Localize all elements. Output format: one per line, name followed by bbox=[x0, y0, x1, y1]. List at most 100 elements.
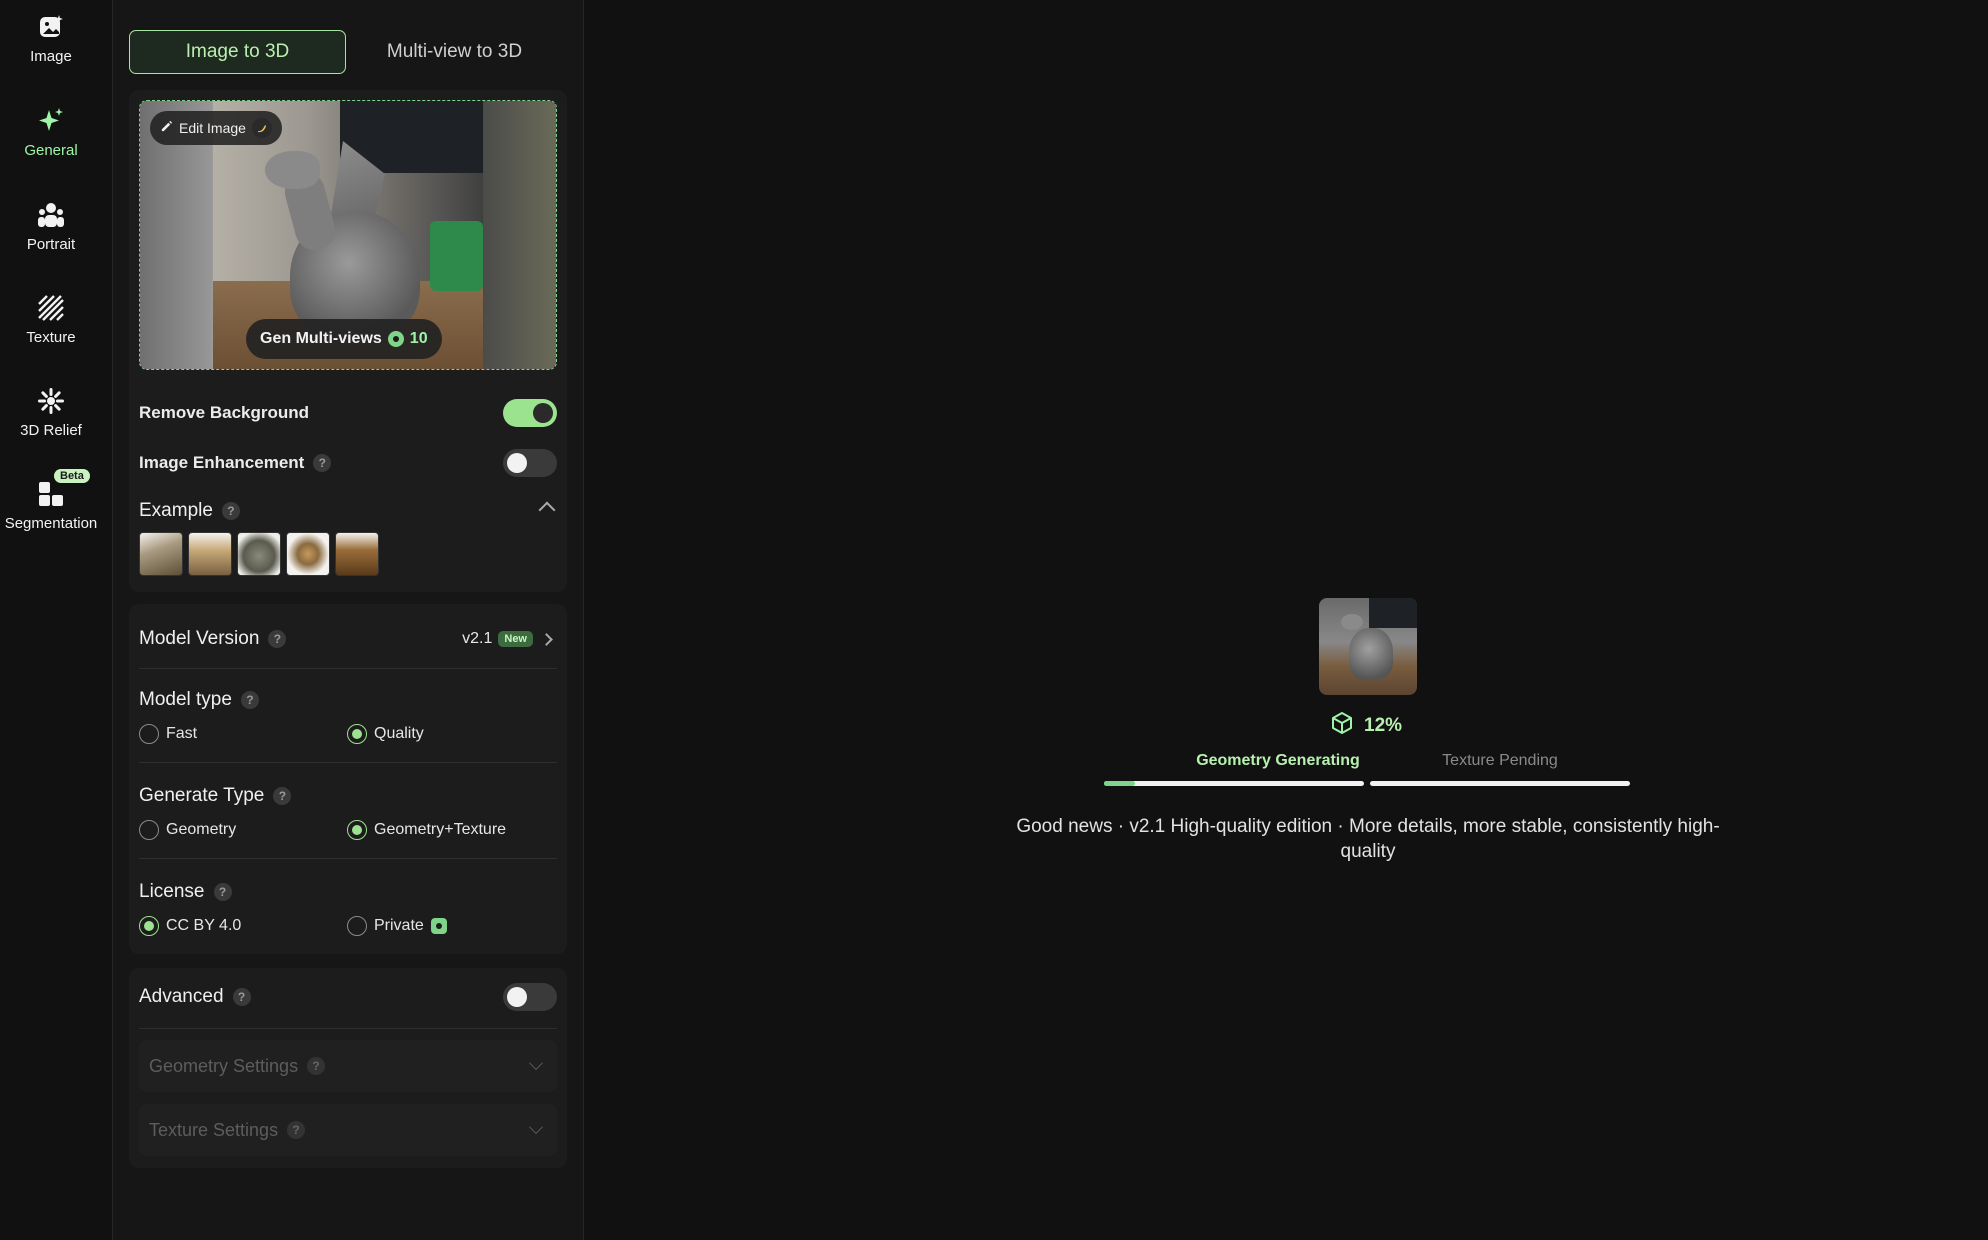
beta-badge: Beta bbox=[54, 469, 90, 483]
chevron-up-icon[interactable] bbox=[538, 501, 556, 519]
help-icon: ? bbox=[287, 1121, 306, 1139]
mode-tabs: Image to 3D Multi-view to 3D bbox=[129, 30, 563, 74]
help-icon[interactable]: ? bbox=[213, 883, 232, 901]
radio-quality[interactable]: Quality bbox=[347, 724, 424, 744]
advanced-toggle[interactable] bbox=[503, 983, 557, 1011]
radio-fast[interactable]: Fast bbox=[139, 724, 197, 744]
example-chest[interactable] bbox=[335, 532, 379, 576]
gen-multiviews-button[interactable]: Gen Multi-views 10 bbox=[246, 319, 442, 359]
chevron-right-icon bbox=[540, 632, 553, 646]
generate-type-header: Generate Type ? bbox=[139, 781, 557, 811]
rail-item-segmentation[interactable]: Beta Segmentation bbox=[0, 467, 102, 547]
advanced-row: Advanced ? bbox=[139, 982, 557, 1012]
radio-geometry-texture[interactable]: Geometry+Texture bbox=[347, 820, 506, 840]
geometry-stage-label: Geometry Generating bbox=[1196, 752, 1360, 769]
texture-settings-label: Texture Settings bbox=[149, 1119, 279, 1140]
model-version-row[interactable]: Model Version ? v2.1 New bbox=[139, 624, 557, 654]
advanced-card: Advanced ? Geometry Settings ? Texture S… bbox=[129, 968, 567, 1168]
news-message: Good news · v2.1 High-quality edition · … bbox=[1016, 816, 1720, 862]
generation-area: 12% Geometry Generating Texture Pending … bbox=[584, 0, 1988, 1240]
rail-item-texture[interactable]: Texture bbox=[0, 281, 102, 361]
example-figure[interactable] bbox=[286, 532, 330, 576]
rail-item-general[interactable]: General bbox=[0, 94, 102, 174]
model-version-text: v2.1 bbox=[462, 630, 493, 647]
model-type-label: Model type bbox=[139, 689, 232, 710]
geometry-settings-label: Geometry Settings bbox=[149, 1055, 299, 1076]
rail-item-label: Image bbox=[30, 48, 72, 65]
progress-percent: 12% bbox=[1364, 714, 1403, 736]
help-icon[interactable]: ? bbox=[221, 502, 240, 520]
tab-multiview-to-3d[interactable]: Multi-view to 3D bbox=[346, 30, 563, 74]
model-type-options: Fast Quality bbox=[139, 724, 557, 748]
texture-settings-section[interactable]: Texture Settings ? bbox=[139, 1104, 557, 1156]
rail-item-label: 3D Relief bbox=[20, 422, 82, 439]
gen-multiviews-label: Gen Multi-views bbox=[260, 330, 382, 347]
image-dropzone[interactable]: Edit Image Gen Multi-views 10 bbox=[139, 100, 557, 370]
help-icon: ? bbox=[307, 1057, 326, 1075]
settings-panel: Image to 3D Multi-view to 3D Edit Image bbox=[112, 0, 584, 1240]
remove-background-toggle[interactable] bbox=[503, 399, 557, 427]
example-thumbnails bbox=[139, 532, 379, 576]
model-type-header: Model type ? bbox=[139, 685, 557, 715]
remove-background-row: Remove Background bbox=[139, 398, 557, 428]
sparkle-icon bbox=[34, 104, 68, 138]
edit-image-label: Edit Image bbox=[179, 120, 246, 136]
image-enhancement-row: Image Enhancement ? bbox=[139, 448, 557, 478]
pencil-icon bbox=[160, 120, 173, 136]
tab-image-to-3d[interactable]: Image to 3D bbox=[129, 30, 347, 74]
model-version-value: v2.1 New bbox=[462, 630, 533, 648]
generate-type-label: Generate Type bbox=[139, 785, 265, 806]
license-label: License bbox=[139, 881, 205, 902]
image-enhancement-label: Image Enhancement bbox=[139, 453, 305, 472]
license-options: CC BY 4.0 Private bbox=[139, 916, 557, 940]
geometry-settings-section[interactable]: Geometry Settings ? bbox=[139, 1040, 557, 1092]
rail-item-label: Texture bbox=[26, 329, 76, 346]
geometry-progress-bar bbox=[1104, 781, 1364, 786]
radio-private[interactable]: Private bbox=[347, 916, 447, 936]
example-dragon[interactable] bbox=[237, 532, 281, 576]
gen-multiviews-cost: 10 bbox=[409, 330, 428, 347]
help-icon[interactable]: ? bbox=[273, 787, 292, 805]
advanced-label: Advanced bbox=[139, 986, 224, 1007]
example-warrior[interactable] bbox=[188, 532, 232, 576]
portrait-icon bbox=[34, 198, 68, 232]
generate-type-options: Geometry Geometry+Texture bbox=[139, 820, 557, 844]
model-version-label: Model Version bbox=[139, 628, 260, 649]
rail-item-3d-relief[interactable]: 3D Relief bbox=[0, 374, 102, 454]
radio-cc-by[interactable]: CC BY 4.0 bbox=[139, 916, 241, 936]
geometry-progress-fill bbox=[1104, 781, 1136, 786]
model-settings-card: Model Version ? v2.1 New Model type ? Fa… bbox=[129, 604, 567, 954]
new-badge: New bbox=[498, 631, 533, 647]
rail-item-label: Segmentation bbox=[4, 515, 98, 532]
texture-icon bbox=[34, 291, 68, 325]
tool-rail: Image General Portrait Texture 3D Relief… bbox=[0, 0, 112, 1240]
chevron-down-icon bbox=[528, 1055, 544, 1071]
relief-icon bbox=[34, 384, 68, 418]
remove-background-label: Remove Background bbox=[139, 403, 310, 422]
edit-image-button[interactable]: Edit Image bbox=[150, 111, 282, 145]
cube-icon bbox=[1330, 711, 1354, 740]
rail-item-portrait[interactable]: Portrait bbox=[0, 188, 102, 268]
progress-percent-row: 12% bbox=[1330, 711, 1402, 740]
pro-icon bbox=[430, 918, 447, 934]
banana-icon bbox=[251, 118, 272, 138]
help-icon[interactable]: ? bbox=[240, 691, 259, 709]
example-header: Example ? bbox=[139, 496, 557, 526]
example-title: Example bbox=[139, 500, 213, 521]
license-header: License ? bbox=[139, 877, 557, 907]
texture-stage-label: Texture Pending bbox=[1442, 752, 1558, 769]
rail-item-label: General bbox=[24, 142, 78, 159]
example-castle[interactable] bbox=[139, 532, 183, 576]
rail-item-label: Portrait bbox=[26, 236, 76, 253]
input-preview-thumbnail bbox=[1319, 598, 1417, 695]
image-icon bbox=[34, 10, 68, 44]
chevron-down-icon bbox=[528, 1119, 544, 1135]
help-icon[interactable]: ? bbox=[268, 630, 287, 648]
image-enhancement-toggle[interactable] bbox=[503, 449, 557, 477]
help-icon[interactable]: ? bbox=[232, 988, 251, 1006]
texture-progress-bar bbox=[1370, 781, 1630, 786]
radio-geometry[interactable]: Geometry bbox=[139, 820, 236, 840]
help-icon[interactable]: ? bbox=[313, 454, 332, 472]
rail-item-image[interactable]: Image bbox=[0, 0, 102, 80]
credit-icon bbox=[387, 331, 404, 347]
